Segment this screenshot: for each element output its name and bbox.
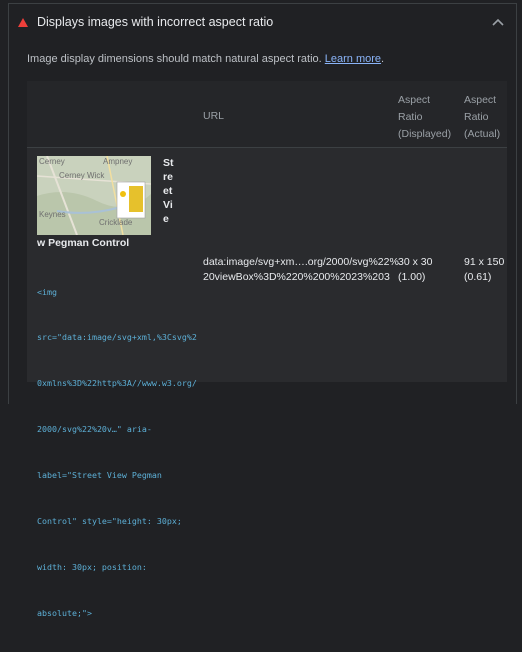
snippet-line: 0xmlns%3D%22http%3A//www.w3.org/	[37, 378, 197, 389]
aspect-value: 91 x 150	[464, 256, 505, 268]
map-place-label: Ampney	[103, 157, 132, 166]
description-period: .	[381, 53, 385, 65]
map-place-label: Cerney	[39, 157, 65, 166]
results-table: URL Aspect Ratio (Displayed) Aspect Rati…	[27, 81, 507, 618]
map-thumbnail-image: Cerney Ampney Cerney Wick Keynes Crickla…	[37, 156, 151, 235]
map-place-label: Cricklade	[99, 218, 133, 227]
snippet-line: Control" style="height: 30px;	[37, 516, 182, 527]
element-screenshot-thumbnail[interactable]: Cerney Ampney Cerney Wick Keynes Crickla…	[37, 156, 151, 235]
learn-more-link[interactable]: Learn more	[325, 53, 381, 65]
node-snippet[interactable]: <img src="data:image/svg+xml,%3Csvg%2 0x…	[37, 254, 197, 652]
node-label-wrapped: Street Vie	[163, 157, 174, 225]
aspect-actual-cell: 91 x 150 (0.61)	[464, 255, 504, 285]
header-line: Ratio	[464, 111, 489, 123]
header-line: (Actual)	[464, 128, 501, 140]
snippet-line: 2000/svg%22%20v…" aria-	[37, 424, 152, 435]
header-aspect-displayed: Aspect Ratio (Displayed)	[398, 92, 458, 143]
table-row: Cerney Ampney Cerney Wick Keynes Crickla…	[27, 148, 507, 618]
map-place-label: Keynes	[39, 210, 66, 219]
warning-triangle-icon	[18, 18, 28, 27]
url-line: 20viewBox%3D%220%200%2023%203	[203, 271, 390, 283]
node-label-continued: w Pegman Control	[37, 237, 130, 249]
audit-header[interactable]: Displays images with incorrect aspect ra…	[9, 4, 516, 42]
aspect-ratio: (0.61)	[464, 271, 492, 283]
snippet-line: <img	[37, 286, 57, 297]
url-line: data:image/svg+xm….org/2000/svg%22%	[203, 256, 399, 268]
url-cell[interactable]: data:image/svg+xm….org/2000/svg%22% 20vi…	[203, 255, 399, 285]
aspect-value: 30 x 30	[398, 256, 433, 268]
audit-panel: Displays images with incorrect aspect ra…	[8, 3, 517, 618]
snippet-line: absolute;">	[37, 607, 92, 618]
chevron-up-icon[interactable]	[492, 18, 504, 26]
audit-title: Displays images with incorrect aspect ra…	[37, 15, 274, 29]
snippet-line: src="data:image/svg+xml,%3Csvg%2	[37, 332, 197, 343]
audit-description: Image display dimensions should match na…	[27, 53, 384, 65]
table-header: URL Aspect Ratio (Displayed) Aspect Rati…	[27, 81, 507, 148]
aspect-ratio: (1.00)	[398, 271, 426, 283]
header-line: Ratio	[398, 111, 423, 123]
header-line: (Displayed)	[398, 128, 452, 140]
header-aspect-actual: Aspect Ratio (Actual)	[464, 92, 504, 143]
header-url: URL	[203, 110, 225, 122]
header-line: Aspect	[398, 94, 431, 106]
description-text: Image display dimensions should match na…	[27, 53, 322, 65]
snippet-line: label="Street View Pegman	[37, 470, 162, 481]
map-place-label: Cerney Wick	[59, 171, 105, 180]
header-line: Aspect	[464, 94, 497, 106]
aspect-displayed-cell: 30 x 30 (1.00)	[398, 255, 432, 285]
snippet-line: width: 30px; position:	[37, 561, 147, 572]
